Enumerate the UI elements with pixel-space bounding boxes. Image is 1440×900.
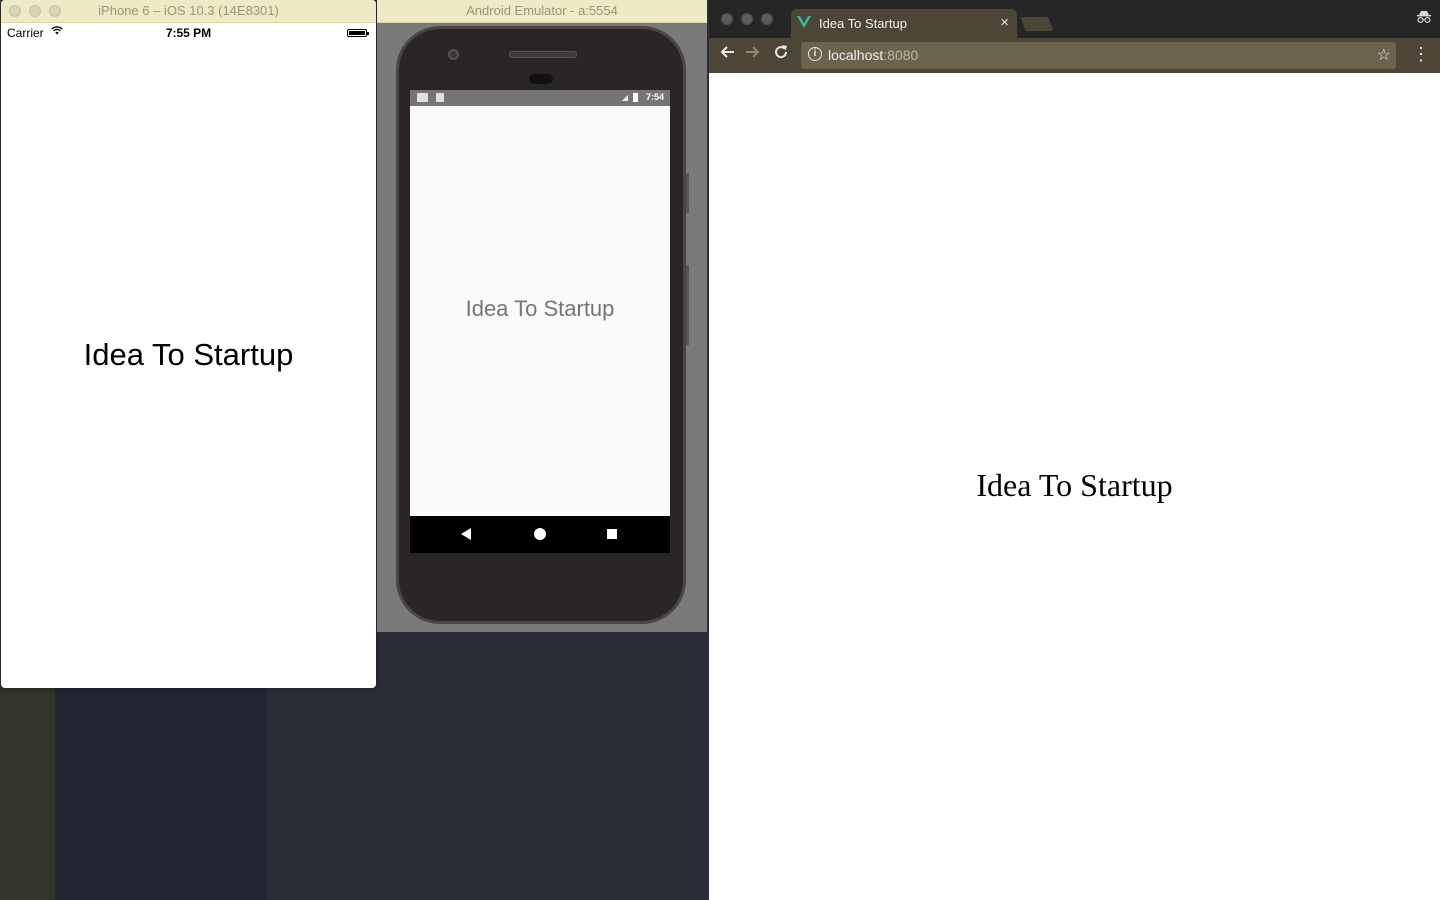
android-nav-bar (410, 516, 670, 553)
ios-app-content: Idea To Startup (1, 43, 376, 688)
home-icon[interactable] (534, 528, 546, 540)
front-camera-icon (448, 49, 459, 60)
signal-icon: ◢ (621, 93, 628, 102)
url-text: localhost:8080 (828, 47, 918, 63)
android-battery-icon (633, 93, 638, 102)
android-emulator-window[interactable]: Android Emulator - a:5554 ◢ 7:54 Idea To… (377, 0, 707, 632)
close-tab-icon[interactable]: × (1000, 14, 1009, 31)
info-icon[interactable]: i (808, 47, 822, 61)
new-tab-button[interactable] (1020, 17, 1054, 31)
android-window-titlebar[interactable]: Android Emulator - a:5554 (377, 0, 707, 23)
power-button[interactable] (686, 173, 689, 213)
battery-icon (347, 29, 369, 37)
android-clock: 7:54 (645, 92, 664, 102)
url-port: :8080 (883, 47, 919, 63)
chrome-toolbar: i localhost:8080 ☆ ⋮ (709, 38, 1440, 73)
ios-window-title: iPhone 6 – iOS 10.3 (14E8301) (98, 3, 279, 18)
android-window-title: Android Emulator - a:5554 (466, 3, 618, 18)
back-icon[interactable] (461, 528, 471, 540)
url-host: localhost (828, 47, 884, 63)
back-arrow-icon[interactable] (719, 44, 735, 65)
tab-title: Idea To Startup (819, 16, 907, 31)
minimize-window-button[interactable] (741, 13, 753, 25)
ios-app-heading: Idea To Startup (83, 337, 294, 372)
android-app-heading: Idea To Startup (465, 296, 615, 321)
speaker-grille (509, 51, 577, 58)
reload-icon[interactable] (773, 44, 789, 65)
chrome-browser-window[interactable]: Idea To Startup × i localhost:8080 ☆ ⋮ I… (709, 0, 1440, 900)
star-icon[interactable]: ☆ (1377, 45, 1391, 65)
close-window-button[interactable] (721, 13, 733, 25)
android-status-bar: ◢ 7:54 (410, 90, 670, 106)
proximity-sensor (529, 74, 553, 84)
address-bar[interactable]: i localhost:8080 ☆ (801, 42, 1396, 69)
forward-arrow-icon[interactable] (745, 44, 761, 65)
recents-icon[interactable] (607, 529, 617, 539)
vue-logo-icon (797, 16, 811, 31)
ios-clock: 7:55 PM (165, 26, 212, 40)
volume-button[interactable] (686, 265, 689, 345)
notification-sd-card-icon (436, 93, 444, 102)
ios-status-bar: Carrier 7:55 PM (1, 23, 376, 43)
menu-icon[interactable]: ⋮ (1412, 44, 1430, 65)
android-screen[interactable]: ◢ 7:54 Idea To Startup (410, 90, 670, 553)
ios-simulator-window[interactable]: iPhone 6 – iOS 10.3 (14E8301) Carrier 7:… (1, 0, 376, 688)
ios-window-titlebar[interactable]: iPhone 6 – iOS 10.3 (14E8301) (1, 0, 376, 23)
incognito-icon[interactable] (1416, 10, 1432, 27)
notification-image-icon (417, 93, 428, 102)
browser-tab[interactable]: Idea To Startup × (791, 9, 1017, 38)
zoom-window-button[interactable] (761, 13, 773, 25)
desktop: iPhone 6 – iOS 10.3 (14E8301) Carrier 7:… (0, 0, 1440, 900)
chrome-tab-strip: Idea To Startup × (709, 0, 1440, 38)
web-page-heading: Idea To Startup (976, 467, 1173, 503)
browser-page-content: Idea To Startup (709, 73, 1440, 900)
